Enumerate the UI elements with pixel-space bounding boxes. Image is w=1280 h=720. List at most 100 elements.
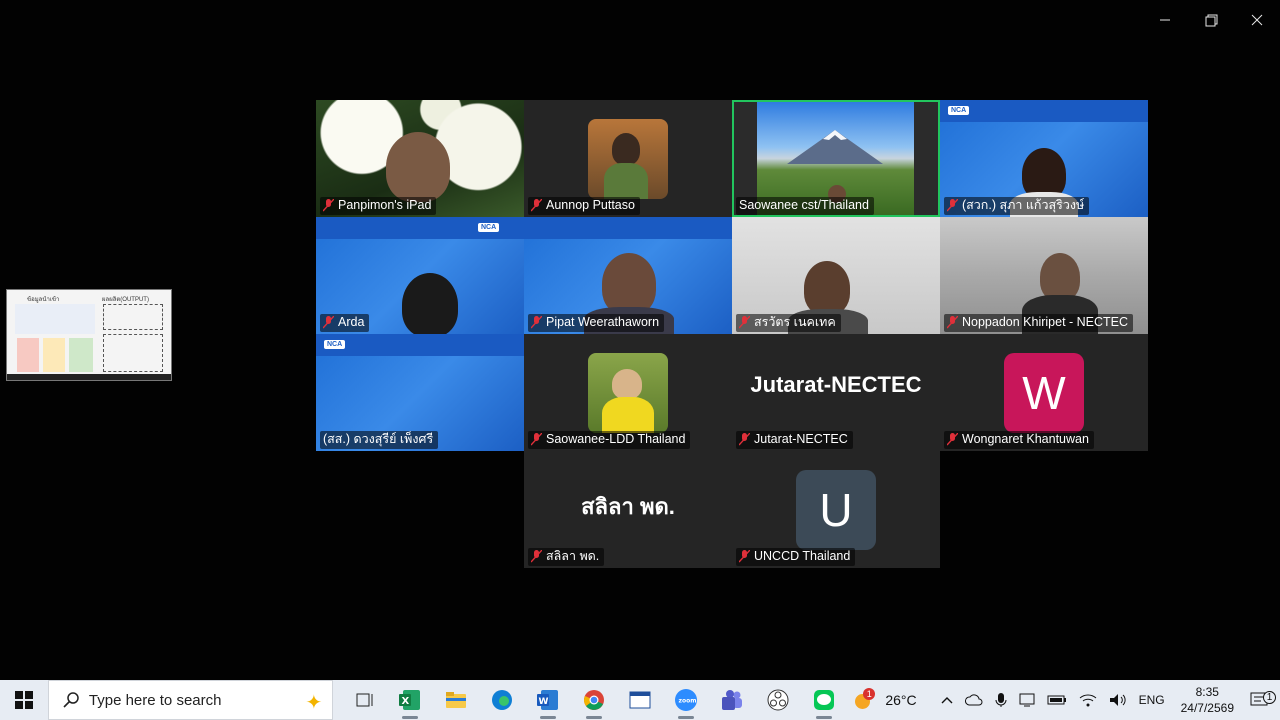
video-tile[interactable]: Panpimon's iPad	[316, 100, 524, 217]
obs-app[interactable]	[755, 680, 801, 720]
participant-name: Arda	[338, 315, 365, 329]
notification-center-button[interactable]: 1	[1244, 691, 1280, 708]
start-button[interactable]	[0, 680, 48, 720]
excel-icon: X	[399, 690, 421, 710]
video-tile[interactable]: NCA Arda	[316, 217, 524, 334]
windows-logo-icon	[14, 691, 33, 709]
file-explorer-app[interactable]	[433, 680, 479, 720]
windows-taskbar: Type here to search ✦ X W zoom 1 26°C EN…	[0, 680, 1280, 720]
participant-name: Wongnaret Khantuwan	[962, 432, 1089, 446]
language-indicator[interactable]: ENG	[1133, 693, 1171, 707]
search-icon	[63, 692, 79, 708]
shared-screen-block	[17, 338, 39, 372]
muted-mic-icon	[739, 316, 750, 329]
line-app[interactable]	[801, 680, 847, 720]
participant-display-name: Jutarat-NECTEC	[750, 372, 922, 397]
teams-icon	[722, 690, 743, 710]
shared-screen-taskbar	[7, 374, 171, 380]
obs-icon	[767, 689, 789, 711]
close-icon	[1251, 14, 1263, 26]
video-tile[interactable]: สลิลา พด. สลิลา พด.	[524, 451, 732, 568]
minimize-button[interactable]	[1142, 0, 1188, 40]
minimize-icon	[1160, 19, 1170, 21]
muted-mic-icon	[531, 316, 542, 329]
video-tile[interactable]: สรวัตร เนคเทค	[732, 217, 940, 334]
volume-tray[interactable]	[1103, 693, 1133, 707]
svg-text:W: W	[539, 697, 549, 707]
taskbar-search-box[interactable]: Type here to search ✦	[47, 680, 334, 720]
video-tile[interactable]: W Wongnaret Khantuwan	[940, 334, 1148, 451]
show-hidden-icons-button[interactable]	[935, 696, 959, 704]
muted-mic-icon	[947, 433, 958, 446]
shared-screen-title-left: ข้อมูลนำเข้า	[27, 297, 60, 303]
word-app[interactable]: W	[525, 680, 571, 720]
participant-name: Panpimon's iPad	[338, 198, 432, 212]
task-view-button[interactable]	[341, 680, 387, 720]
weather-temp: 26°C	[885, 692, 917, 708]
app-window-icon	[629, 691, 651, 709]
participant-name: Saowanee-LDD Thailand	[546, 432, 686, 446]
weather-icon: 1	[853, 688, 877, 710]
screen-capture-tray[interactable]	[1013, 693, 1041, 707]
participant-name: Pipat Weerathaworn	[546, 315, 660, 329]
folder-icon	[446, 692, 467, 708]
video-tile[interactable]: Pipat Weerathaworn	[524, 217, 732, 334]
muted-mic-icon	[531, 550, 542, 563]
chrome-app[interactable]	[571, 680, 617, 720]
restore-button[interactable]	[1188, 0, 1234, 40]
muted-mic-icon	[739, 550, 750, 563]
participant-name: Saowanee cst/Thailand	[739, 198, 869, 212]
monitor-icon	[1019, 693, 1035, 707]
clock-time: 8:35	[1195, 685, 1219, 699]
video-gallery: Panpimon's iPad Aunnop Puttaso Saowanee …	[316, 100, 1148, 569]
org-logo: NCA	[324, 340, 346, 349]
onedrive-tray[interactable]	[959, 693, 989, 707]
muted-mic-icon	[531, 433, 542, 446]
participant-video	[1040, 253, 1080, 301]
muted-mic-icon	[323, 199, 334, 212]
participant-video	[804, 261, 850, 315]
teams-app[interactable]	[709, 680, 755, 720]
app-window-button[interactable]	[617, 680, 663, 720]
chrome-icon	[584, 690, 605, 710]
weather-badge: 1	[863, 688, 876, 700]
muted-mic-icon	[947, 199, 958, 212]
clock-date: 24/7/2569	[1180, 701, 1234, 715]
weather-widget[interactable]: 1 26°C	[847, 688, 922, 710]
participant-name: Jutarat-NECTEC	[754, 432, 848, 446]
cloud-icon	[964, 694, 983, 706]
clock[interactable]: 8:35 24/7/2569	[1171, 684, 1244, 716]
video-tile[interactable]: Jutarat-NECTEC Jutarat-NECTEC	[732, 334, 940, 451]
avatar: U	[796, 470, 876, 550]
shared-screen-block	[43, 338, 65, 372]
shared-screen-thumbnail[interactable]: ข้อมูลนำเข้า ผลผลิต(OUTPUT)	[6, 289, 172, 381]
video-tile[interactable]: NCA (สส.) ดวงสุรีย์ เพ็งศรี	[316, 334, 524, 451]
participant-video	[402, 273, 458, 334]
edge-app[interactable]	[479, 680, 525, 720]
restore-icon	[1205, 14, 1217, 26]
video-tile[interactable]: Noppadon Khiripet - NECTEC	[940, 217, 1148, 334]
excel-app[interactable]: X	[387, 680, 433, 720]
video-tile[interactable]: U UNCCD Thailand	[732, 451, 940, 568]
svg-text:X: X	[402, 696, 410, 707]
close-button[interactable]	[1234, 0, 1280, 40]
search-placeholder: Type here to search	[88, 691, 222, 709]
muted-mic-icon	[947, 316, 958, 329]
chevron-up-icon	[941, 697, 953, 704]
video-tile[interactable]: Aunnop Puttaso	[524, 100, 732, 217]
video-tile-active-speaker[interactable]: Saowanee cst/Thailand	[732, 100, 940, 217]
shared-screen-box	[103, 304, 163, 330]
battery-tray[interactable]	[1041, 694, 1073, 706]
zoom-app[interactable]: zoom	[663, 680, 709, 720]
wifi-tray[interactable]	[1073, 693, 1103, 707]
participant-video	[386, 132, 450, 202]
participant-photo	[588, 353, 668, 433]
video-tile[interactable]: NCA (สวก.) สุภา แก้วสุริวงษ์	[940, 100, 1148, 217]
video-tile[interactable]: Saowanee-LDD Thailand	[524, 334, 732, 451]
shared-screen-block	[69, 338, 93, 372]
window-controls	[1142, 0, 1280, 40]
microphone-tray[interactable]	[989, 692, 1013, 708]
org-logo: NCA	[478, 223, 500, 232]
muted-mic-icon	[531, 199, 542, 212]
shared-screen-block	[15, 304, 95, 334]
